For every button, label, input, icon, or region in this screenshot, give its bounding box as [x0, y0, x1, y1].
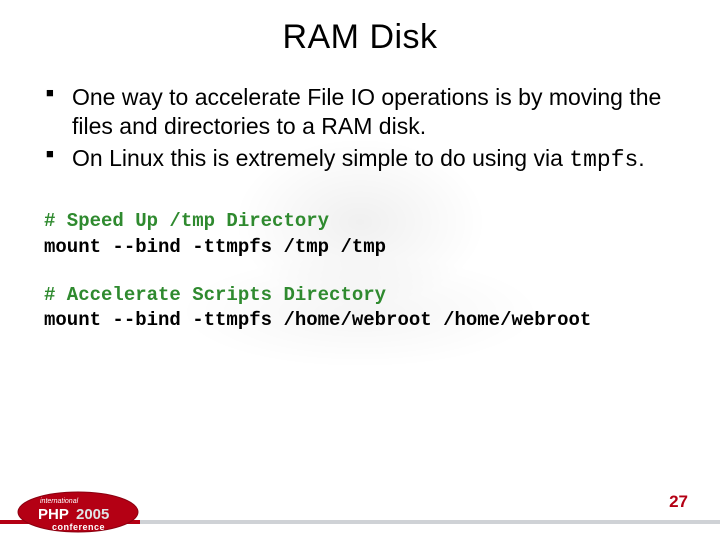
slide-title: RAM Disk — [44, 18, 676, 57]
code-block-2: # Accelerate Scripts Directory mount --b… — [44, 283, 676, 334]
bullet-text-prefix: On Linux this is extremely simple to do … — [72, 145, 569, 171]
bullet-text-suffix: . — [638, 145, 644, 171]
code-comment: # Speed Up /tmp Directory — [44, 210, 329, 232]
bullet-item: One way to accelerate File IO operations… — [44, 83, 676, 142]
slide: RAM Disk One way to accelerate File IO o… — [0, 0, 720, 540]
bullet-text: One way to accelerate File IO operations… — [72, 84, 661, 139]
code-comment: # Accelerate Scripts Directory — [44, 284, 386, 306]
bullet-item: On Linux this is extremely simple to do … — [44, 144, 676, 175]
bullet-list: One way to accelerate File IO operations… — [44, 83, 676, 175]
inline-code: tmpfs — [569, 147, 638, 173]
code-command: mount --bind -ttmpfs /home/webroot /home… — [44, 309, 591, 331]
code-command: mount --bind -ttmpfs /tmp /tmp — [44, 236, 386, 258]
code-block-1: # Speed Up /tmp Directory mount --bind -… — [44, 209, 676, 260]
